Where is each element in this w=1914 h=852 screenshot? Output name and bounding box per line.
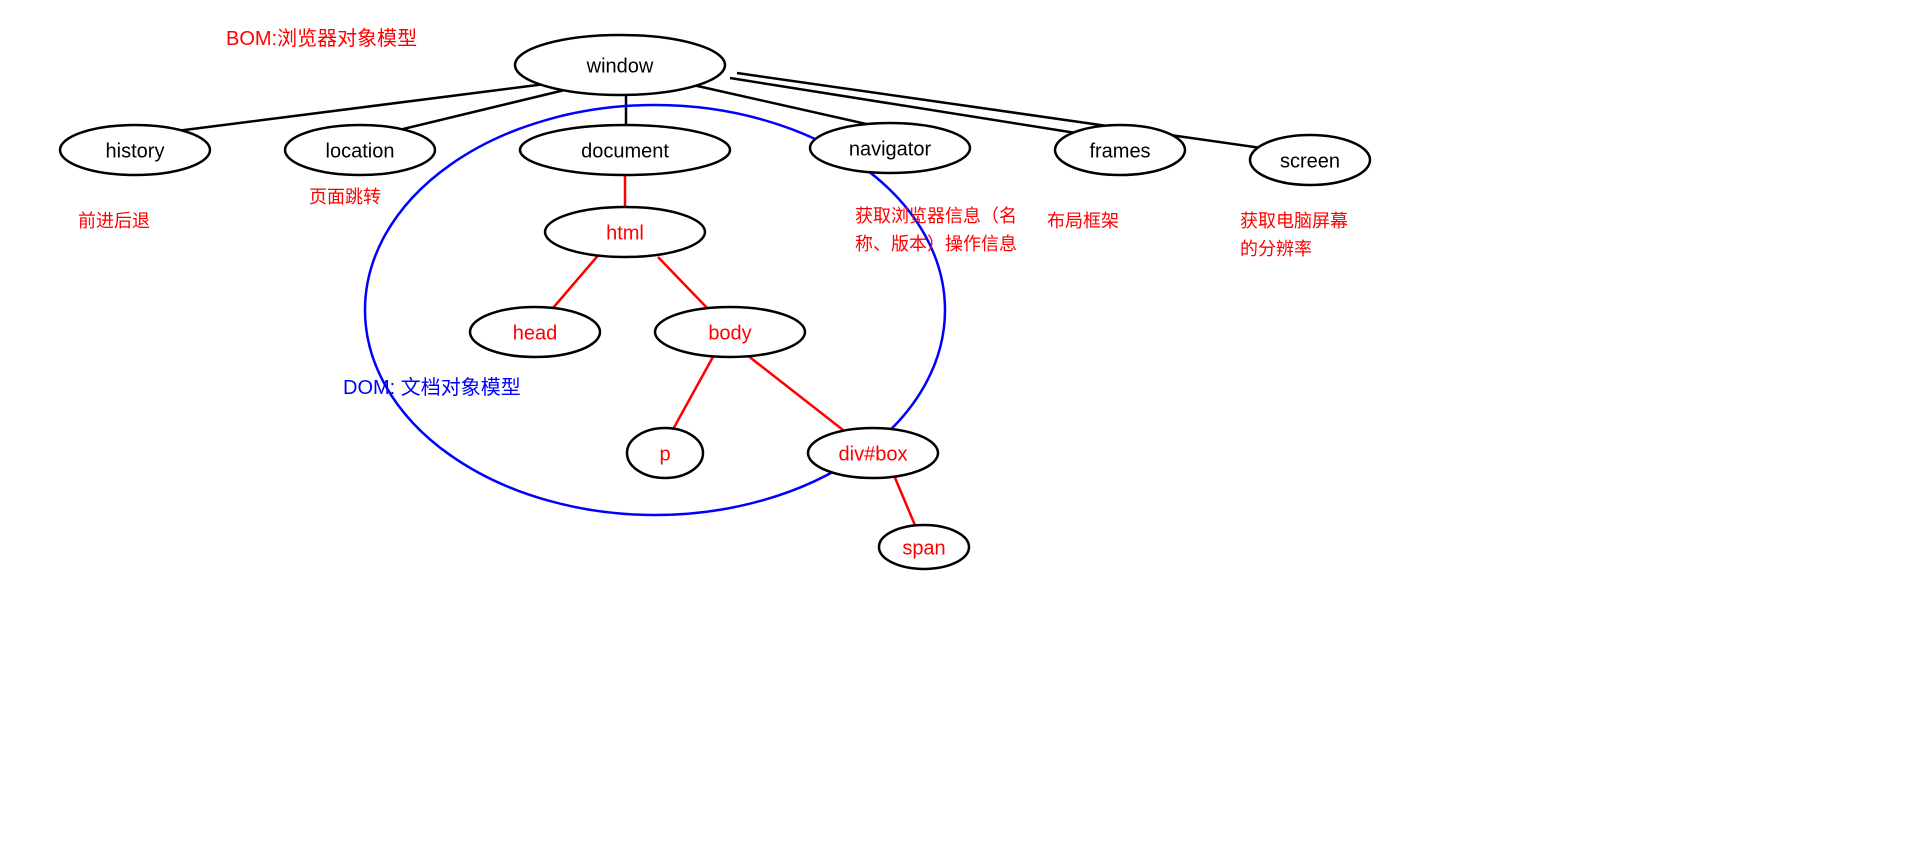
- anno-screen-2: 的分辨率: [1240, 239, 1312, 259]
- label-history: history: [106, 140, 165, 162]
- label-window: window: [586, 55, 654, 77]
- anno-navigator-2: 称、版本）操作信息: [855, 234, 1017, 254]
- anno-history: 前进后退: [78, 211, 150, 231]
- anno-frames: 布局框架: [1047, 211, 1119, 231]
- anno-location: 页面跳转: [309, 187, 381, 207]
- nodes: [60, 35, 1370, 569]
- title-bom: BOM:浏览器对象模型: [226, 27, 417, 50]
- label-navigator: navigator: [849, 138, 932, 160]
- title-dom: DOM: 文档对象模型: [343, 376, 521, 399]
- label-span: span: [902, 537, 945, 559]
- label-frames: frames: [1089, 140, 1150, 162]
- label-body: body: [708, 322, 751, 344]
- label-document: document: [581, 140, 669, 162]
- label-html: html: [606, 222, 644, 244]
- label-head: head: [513, 322, 558, 344]
- label-divbox: div#box: [839, 443, 908, 465]
- label-screen: screen: [1280, 150, 1340, 172]
- anno-navigator-1: 获取浏览器信息（名: [855, 206, 1017, 226]
- anno-screen-1: 获取电脑屏幕: [1240, 211, 1348, 231]
- diagram-canvas: window history location document navigat…: [0, 0, 1914, 852]
- label-location: location: [326, 140, 395, 162]
- label-p: p: [659, 443, 670, 465]
